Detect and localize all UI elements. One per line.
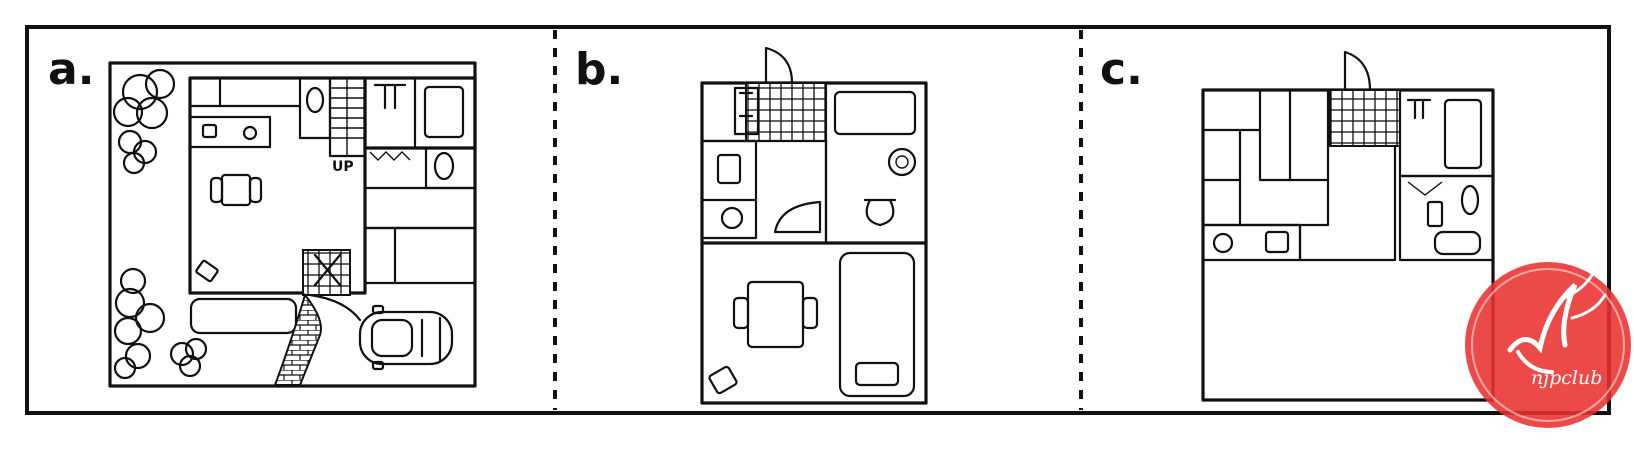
washbasin-icon [1406, 98, 1432, 120]
entry-door-c [1343, 50, 1372, 92]
panel-label-c: c. [1100, 44, 1143, 95]
bed-b [838, 251, 916, 398]
floor-plan-b [700, 46, 928, 405]
tree-icon [112, 68, 176, 130]
bathroom-b [824, 81, 928, 245]
pillow-icon [854, 361, 900, 387]
toilet-icon [305, 86, 325, 114]
chair-icon [209, 176, 224, 204]
bathtub-icon [833, 90, 917, 136]
entry-door-b [764, 46, 794, 85]
bathtub-icon [423, 85, 465, 139]
floor-plan-c [1201, 50, 1495, 402]
bathtub-icon [1443, 98, 1483, 170]
chair-icon [248, 176, 263, 204]
brick-path-a [273, 292, 322, 386]
floor-plan-figure: UP a. b. c. njpclub [0, 0, 1634, 450]
kitchen-counter-c [1201, 223, 1302, 262]
floor-plan-a: UP [108, 61, 477, 388]
door-swing-icon [773, 200, 822, 234]
entrance-tiles-c [1329, 89, 1401, 147]
washbasin-icon [373, 83, 407, 110]
stairs-up-label: UP [332, 159, 354, 175]
stove-icon [720, 206, 744, 230]
toilet-icon [863, 198, 897, 227]
sink-icon [1264, 230, 1290, 254]
dining-table-a [220, 173, 252, 207]
sink-icon [201, 123, 218, 139]
tree-icon [117, 129, 158, 175]
bedroom-a [363, 226, 477, 285]
closet-a [363, 186, 477, 230]
panel-label-a: a. [48, 44, 95, 95]
staircase-a [328, 76, 367, 158]
chair-icon [732, 296, 750, 330]
cushion-icon [708, 365, 738, 395]
shower-icon [1426, 200, 1444, 228]
washbasin-icon [433, 151, 455, 181]
shrub-icon [169, 337, 208, 378]
washbasin-icon [1433, 230, 1482, 256]
chair-icon [195, 259, 219, 283]
watermark-logo [1465, 262, 1631, 428]
hedge [189, 297, 298, 335]
toilet-icon [1460, 184, 1480, 216]
tatami-room-c [1201, 88, 1330, 227]
car-icon [358, 304, 454, 371]
chair-icon [801, 296, 819, 330]
panel-label-b: b. [575, 44, 624, 95]
tree-icon [113, 267, 166, 380]
stove-icon [242, 125, 258, 141]
sink-icon [716, 153, 742, 185]
stove-icon [1212, 232, 1234, 254]
washbasin-icon [887, 147, 917, 177]
dining-table-b [746, 280, 805, 349]
floor-plan-drawing: UP [25, 25, 1631, 428]
watermark-text: njpclub [1531, 367, 1603, 389]
